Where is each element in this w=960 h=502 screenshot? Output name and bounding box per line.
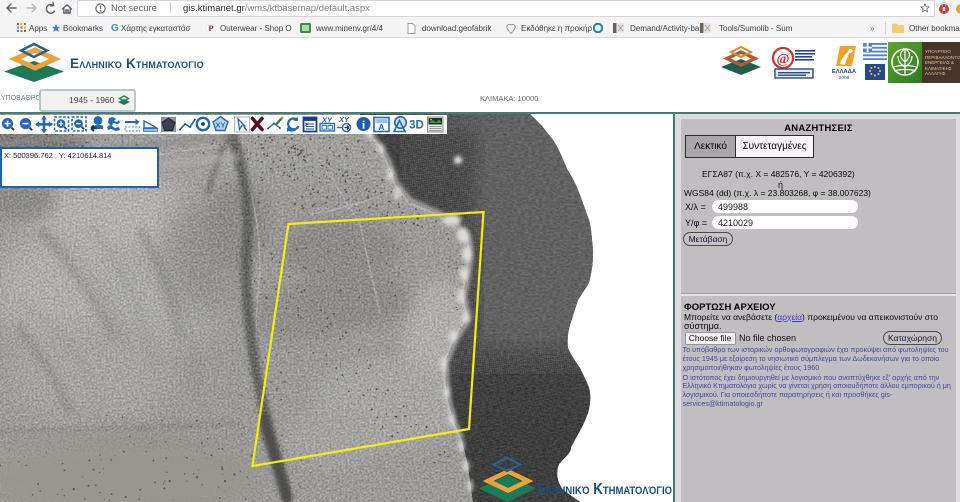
svg-text:XY: XY [338, 115, 350, 124]
svg-text:@: @ [776, 52, 789, 67]
svg-text:2008: 2008 [839, 75, 850, 81]
svg-text:P: P [208, 23, 213, 33]
svg-text:A: A [378, 122, 384, 132]
svg-text:Ελληνικό Κτηματολόγιο: Ελληνικό Κτηματολόγιο [537, 481, 672, 498]
svg-text:3D: 3D [409, 119, 424, 131]
svg-text:XY: XY [215, 120, 225, 129]
svg-text:ΕΛΛΑΔΑ: ΕΛΛΑΔΑ [832, 69, 857, 75]
